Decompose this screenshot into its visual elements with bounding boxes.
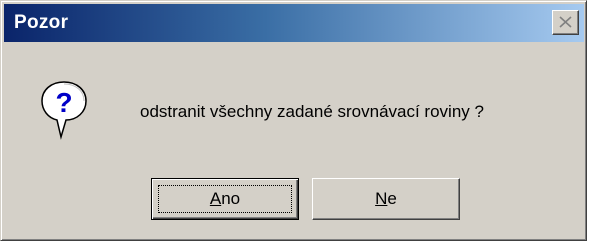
svg-text:?: ? xyxy=(55,87,72,118)
dialog-message: odstranit všechny zadané srovnávací rovi… xyxy=(140,102,484,121)
title-bar[interactable]: Pozor xyxy=(4,4,584,42)
no-button-label: Ne xyxy=(375,189,397,208)
yes-button[interactable]: Ano xyxy=(151,178,299,220)
close-icon xyxy=(559,16,572,28)
confirm-dialog: Pozor ? odstranit všechny zadané srovnáv… xyxy=(0,0,587,241)
dialog-title: Pozor xyxy=(14,12,69,33)
question-icon: ? xyxy=(41,81,87,140)
close-button[interactable] xyxy=(552,10,579,35)
yes-button-label: Ano xyxy=(209,189,241,208)
no-button[interactable]: Ne xyxy=(312,178,460,220)
